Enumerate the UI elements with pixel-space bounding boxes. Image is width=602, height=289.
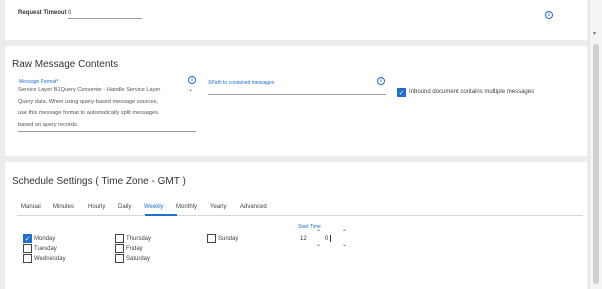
info-icon[interactable]: i [188, 76, 196, 84]
scroll-down-arrow-icon[interactable]: ▾ [593, 30, 596, 37]
raw-message-panel: Raw Message Contents Message Format* i ⌄… [5, 46, 587, 156]
inbound-multiple-checkbox[interactable]: ✓ [397, 88, 406, 97]
xpath-label: XPath to contained messages [208, 80, 275, 86]
thursday-checkbox[interactable] [115, 234, 124, 243]
active-tab-indicator [145, 214, 177, 216]
tuesday-label: Tuesday [34, 246, 57, 252]
text-cursor [330, 235, 331, 242]
message-format-line: use this message format to automatically… [18, 110, 158, 117]
request-timeout-panel: Request Timeout 0 i [5, 0, 587, 40]
check-icon: ✓ [24, 235, 31, 243]
minute-up-chevron-icon[interactable]: ⌃ [342, 229, 347, 236]
message-format-line: Service Layer B1Query Converter - Handle… [18, 87, 161, 93]
friday-label: Friday [126, 246, 143, 252]
request-timeout-label: Request Timeout [18, 10, 67, 16]
monday-checkbox[interactable]: ✓ [23, 234, 32, 243]
hour-up-chevron-icon[interactable]: ⌃ [316, 229, 321, 236]
info-icon[interactable]: i [545, 11, 553, 19]
minute-input[interactable]: 0 [325, 236, 328, 242]
info-icon[interactable]: i [377, 77, 385, 85]
scrollbar[interactable]: ▾ [589, 0, 602, 289]
hour-down-chevron-icon[interactable]: ⌄ [316, 241, 321, 248]
tabs-divider [17, 215, 583, 216]
message-format-line: Query data. When using query-based messa… [18, 98, 158, 105]
scroll-thumb[interactable] [593, 44, 599, 284]
request-timeout-input[interactable]: 0 [68, 10, 142, 19]
saturday-checkbox[interactable] [115, 254, 124, 263]
saturday-label: Saturday [126, 256, 151, 262]
schedule-panel: Schedule Settings ( Time Zone - GMT ) Ma… [5, 162, 587, 289]
inbound-multiple-label: Inbound document contains multiple messa… [409, 89, 535, 95]
hour-input[interactable]: 12 [300, 236, 307, 242]
monday-label: Monday [34, 236, 56, 242]
tab-yearly[interactable]: Yearly [210, 204, 226, 210]
tab-minutes[interactable]: Minutes [53, 204, 74, 210]
schedule-title: Schedule Settings ( Time Zone - GMT ) [12, 176, 186, 187]
tuesday-checkbox[interactable] [23, 244, 32, 253]
xpath-input[interactable] [208, 87, 386, 95]
tab-monthly[interactable]: Monthly [176, 204, 197, 210]
raw-message-title: Raw Message Contents [12, 59, 119, 70]
check-icon: ✓ [398, 89, 405, 97]
message-format-line: based on query records. [18, 121, 79, 128]
tab-weekly[interactable]: Weekly [144, 204, 164, 210]
wednesday-checkbox[interactable] [23, 254, 32, 263]
sunday-label: Sunday [218, 236, 239, 242]
message-format-select[interactable]: Service Layer B1Query Converter - Handle… [18, 85, 196, 132]
tab-manual[interactable]: Manual [21, 204, 41, 210]
tab-hourly[interactable]: Hourly [88, 204, 105, 210]
friday-checkbox[interactable] [115, 244, 124, 253]
wednesday-label: Wednesday [34, 256, 66, 262]
thursday-label: Thursday [126, 236, 152, 242]
tab-daily[interactable]: Daily [118, 204, 131, 210]
minute-down-chevron-icon[interactable]: ⌄ [342, 241, 347, 248]
tab-advanced[interactable]: Advanced [240, 204, 267, 210]
sunday-checkbox[interactable] [207, 234, 216, 243]
